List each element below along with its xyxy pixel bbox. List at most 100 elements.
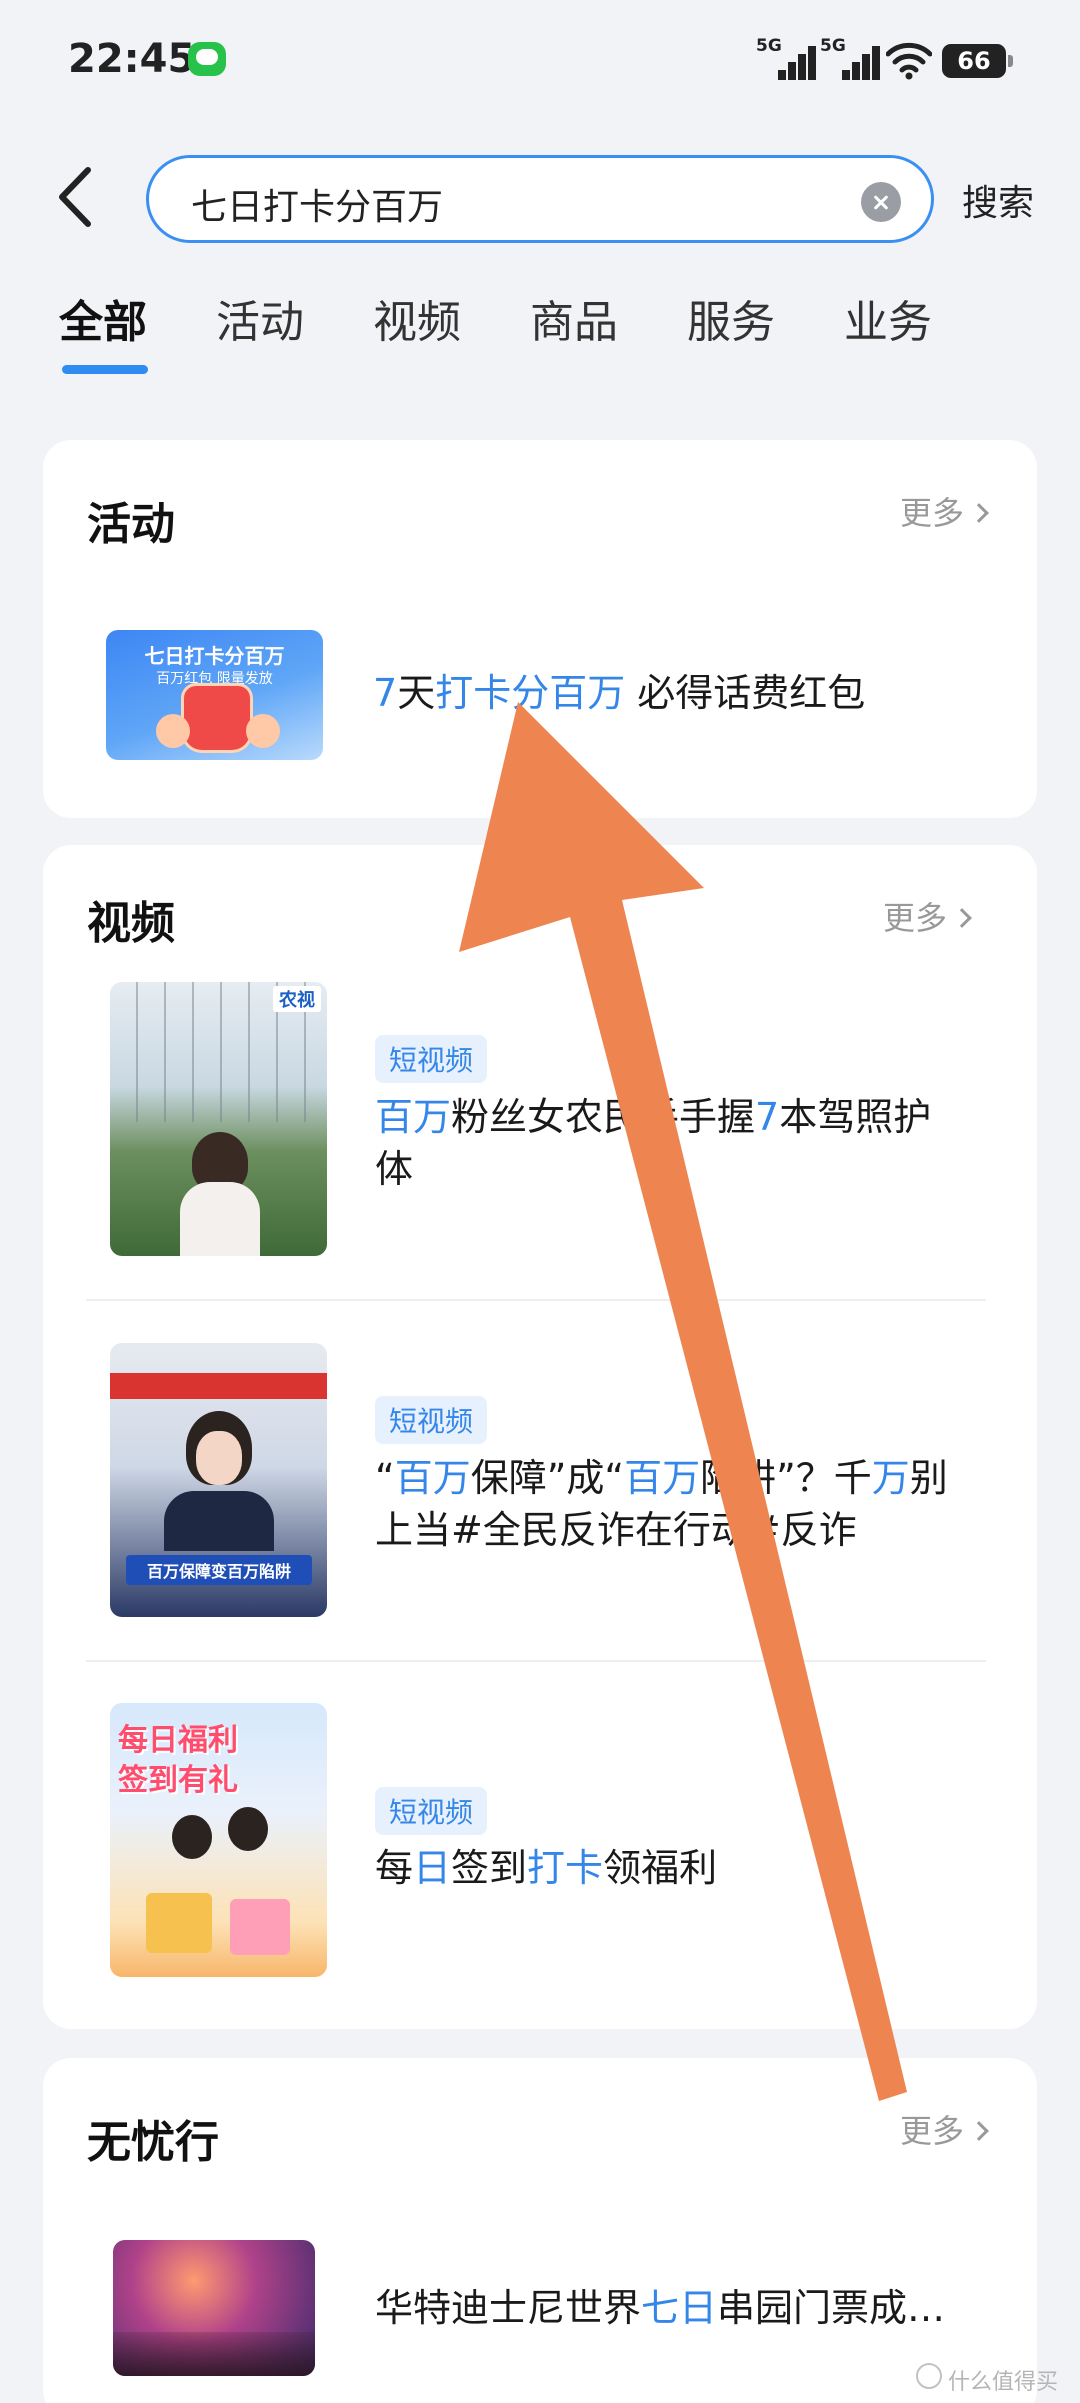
title-segment: 百万 xyxy=(375,1095,452,1139)
section-title: 活动 xyxy=(87,499,175,550)
chevron-right-icon xyxy=(969,2121,989,2141)
thumbnail-title: 七日打卡分百万 xyxy=(144,644,285,668)
title-line-1: “百万保障”成“百万陷阱”？千万别 xyxy=(375,1452,1015,1504)
activity-section: 活动 更多 七日打卡分百万 百万红包 限量发放 7天打卡分百万 必得话费红包 xyxy=(43,440,1037,818)
tab-business[interactable]: 业务 xyxy=(844,286,932,350)
title-line-2: 体 xyxy=(375,1143,1005,1195)
search-input[interactable]: 七日打卡分百万 xyxy=(146,155,934,243)
network-type-label: 5G xyxy=(756,36,782,56)
cellular-signal-icon-2: 5G xyxy=(820,36,882,80)
title-segment: 本驾照护 xyxy=(779,1095,932,1139)
video-item-title[interactable]: 百万粉丝女农民手手握7本驾照护 体 xyxy=(375,1091,1005,1195)
tab-goods[interactable]: 商品 xyxy=(530,286,618,350)
short-video-badge: 短视频 xyxy=(375,1035,488,1083)
red-envelope-graphic xyxy=(184,686,250,750)
hand-graphic xyxy=(156,714,190,748)
tab-service[interactable]: 服务 xyxy=(687,286,775,350)
title-segment: 领福利 xyxy=(603,1846,718,1890)
title-segment: 陷阱”？千 xyxy=(700,1456,872,1500)
short-video-badge: 短视频 xyxy=(375,1396,488,1444)
watermark-logo-icon xyxy=(916,2363,942,2389)
search-query-text[interactable]: 七日打卡分百万 xyxy=(191,178,443,230)
tab-video[interactable]: 视频 xyxy=(373,286,461,350)
title-segment: 百万 xyxy=(624,1456,701,1500)
video-item-title[interactable]: “百万保障”成“百万陷阱”？千万别 上当#全民反诈在行动#反诈 xyxy=(375,1452,1015,1556)
battery-icon: 66 xyxy=(942,44,1013,78)
video-thumbnail[interactable]: 百万保障变百万陷阱 xyxy=(110,1343,327,1617)
title-segment: 粉丝女农民手手握 xyxy=(451,1095,756,1139)
tab-activity[interactable]: 活动 xyxy=(216,286,304,350)
person-figure xyxy=(164,1491,274,1551)
crowd-graphic xyxy=(113,2332,315,2376)
title-segment: 7 xyxy=(373,671,398,715)
section-title: 无忧行 xyxy=(87,2117,219,2168)
person-figure xyxy=(172,1815,212,1859)
activity-item-title[interactable]: 7天打卡分百万 必得话费红包 xyxy=(373,667,865,719)
short-video-badge: 短视频 xyxy=(375,1787,488,1835)
tab-all[interactable]: 全部 xyxy=(59,286,147,350)
title-segment: 必得话费红包 xyxy=(625,671,866,715)
thumbnail-caption: 百万保障变百万陷阱 xyxy=(126,1555,312,1585)
title-segment: 别 xyxy=(909,1456,948,1500)
travel-thumbnail[interactable] xyxy=(113,2240,315,2376)
title-segment: 日 xyxy=(413,1846,452,1890)
gift-box-graphic xyxy=(146,1893,212,1953)
person-figure xyxy=(180,1182,260,1256)
title-segment: 7 xyxy=(755,1095,780,1139)
more-label: 更多 xyxy=(883,899,948,937)
title-segment: 打卡分百万 xyxy=(435,671,626,715)
video-section: 视频 更多 农视 短视频 百万粉丝女农民手手握7本驾照护 体 百万保障变百万陷阱… xyxy=(43,845,1037,2029)
more-label: 更多 xyxy=(900,494,965,532)
back-arrow-icon[interactable] xyxy=(50,162,100,232)
cellular-signal-icon: 5G xyxy=(756,36,818,80)
title-segment: “ xyxy=(375,1456,395,1500)
clear-search-icon[interactable] xyxy=(861,182,901,222)
hand-graphic xyxy=(246,714,280,748)
title-line-2: 上当#全民反诈在行动#反诈 xyxy=(375,1504,1015,1556)
section-title: 视频 xyxy=(87,898,175,949)
divider xyxy=(86,1660,986,1662)
title-segment: 签到 xyxy=(451,1846,528,1890)
activity-thumbnail[interactable]: 七日打卡分百万 百万红包 限量发放 xyxy=(106,630,323,760)
title-segment: 百万 xyxy=(394,1456,471,1500)
title-segment: 体 xyxy=(375,1147,414,1191)
more-label: 更多 xyxy=(900,2112,965,2150)
status-time: 22:45 xyxy=(68,36,196,82)
gift-box-graphic xyxy=(230,1899,290,1955)
travel-section: 无忧行 更多 华特迪士尼世界七日串园门票成… xyxy=(43,2058,1037,2403)
title-segment: 打卡 xyxy=(527,1846,604,1890)
title-segment: 每 xyxy=(375,1846,414,1890)
divider xyxy=(86,1299,986,1301)
video-item-title[interactable]: 每日签到打卡领福利 xyxy=(375,1842,1015,1894)
more-link[interactable]: 更多 xyxy=(900,488,989,534)
message-notification-icon xyxy=(188,42,226,76)
title-segment: 保障”成“ xyxy=(470,1456,625,1500)
title-segment: 华特迪士尼世界 xyxy=(375,2286,642,2330)
chevron-right-icon xyxy=(969,503,989,523)
more-link[interactable]: 更多 xyxy=(883,893,972,939)
video-thumbnail[interactable]: 农视 xyxy=(110,982,327,1256)
channel-logo: 农视 xyxy=(273,986,321,1012)
travel-item-title[interactable]: 华特迪士尼世界七日串园门票成… xyxy=(375,2282,945,2334)
thumbnail-caption: 每日福利 签到有礼 xyxy=(118,1723,238,1798)
title-segment: 七日 xyxy=(641,2286,718,2330)
thumbnail-subtitle: 百万红包 限量发放 xyxy=(156,671,273,687)
active-tab-indicator xyxy=(62,365,148,374)
person-figure xyxy=(196,1431,242,1485)
banner-graphic xyxy=(110,1373,327,1399)
wifi-icon xyxy=(886,42,932,80)
title-segment: 万 xyxy=(871,1456,910,1500)
search-button[interactable]: 搜索 xyxy=(962,174,1034,226)
more-link[interactable]: 更多 xyxy=(900,2106,989,2152)
status-bar: 22:45 5G 5G 66 xyxy=(0,0,1080,120)
title-segment: 串园门票成… xyxy=(717,2286,946,2330)
chevron-right-icon xyxy=(952,908,972,928)
category-tabs: 全部 活动 视频 商品 服务 业务 xyxy=(0,286,1080,376)
watermark: 什么值得买 xyxy=(948,2370,1059,2395)
title-segment: 天 xyxy=(397,671,436,715)
person-figure xyxy=(228,1807,268,1851)
network-type-label-2: 5G xyxy=(820,36,846,56)
video-thumbnail[interactable]: 每日福利 签到有礼 xyxy=(110,1703,327,1977)
title-line-1: 百万粉丝女农民手手握7本驾照护 xyxy=(375,1091,1005,1143)
title-line-1: 每日签到打卡领福利 xyxy=(375,1842,1015,1894)
